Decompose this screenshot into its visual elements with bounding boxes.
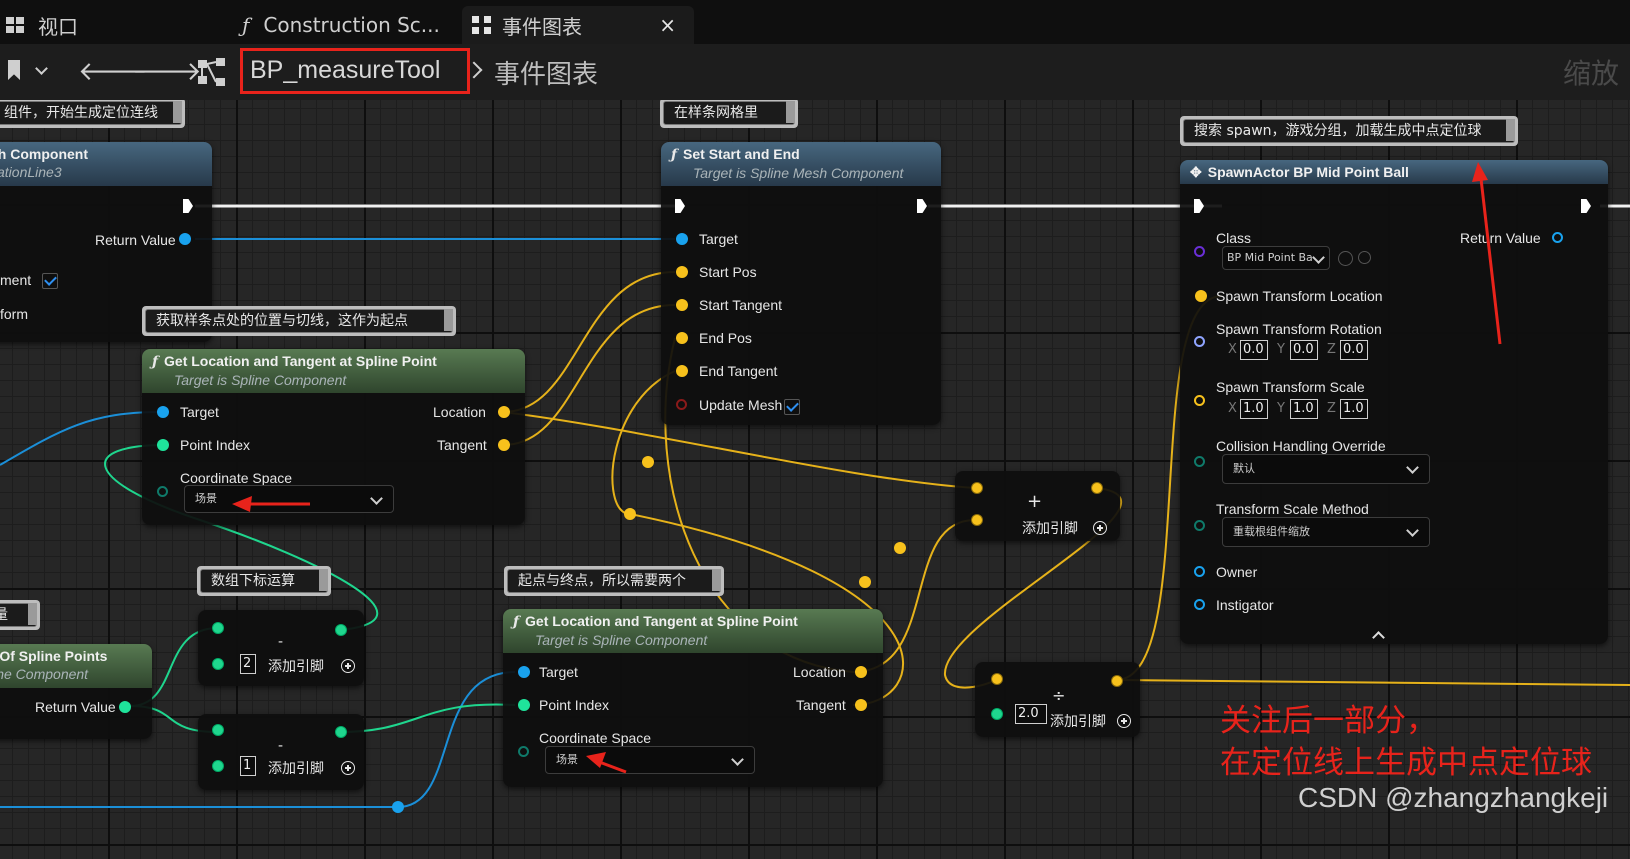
annotation-line-2: 在定位线上生成中点定位球 <box>1220 745 1592 781</box>
red-arrow-head <box>232 496 252 512</box>
tab-construction-script[interactable]: ƒ Construction Sc... <box>232 6 460 44</box>
bookmark-icon[interactable] <box>8 60 20 80</box>
red-arrow <box>1478 169 1502 345</box>
annotation-line-1: 关注后一部分， <box>1220 703 1437 739</box>
chevron-down-icon[interactable] <box>35 62 48 75</box>
zoom-label: 缩放 <box>1563 57 1620 90</box>
function-icon: ƒ <box>242 13 250 37</box>
red-arrow-head <box>1472 162 1488 182</box>
annotation-text: 关注后一部分， 在定位线上生成中点定位球 <box>1220 700 1592 784</box>
red-arrow-head <box>586 752 606 768</box>
tab-event-graph[interactable]: 事件图表 × <box>462 6 694 44</box>
tab-viewport-label: 视口 <box>38 14 78 39</box>
forward-arrow-icon[interactable]: 🡒 <box>132 59 202 85</box>
toolbar: 🡐 🡒 BP_measureTool 事件图表 缩放 <box>0 44 1630 101</box>
viewport-grid-icon <box>6 17 26 33</box>
breadcrumb-blueprint[interactable]: BP_measureTool <box>250 56 440 85</box>
event-graph-canvas[interactable]: sh Component cationLine3 Return Value me… <box>0 100 1630 859</box>
event-graph-icon <box>472 16 492 34</box>
watermark: CSDN @zhangzhangkeji <box>1298 782 1609 813</box>
tab-event-graph-label: 事件图表 <box>502 14 582 39</box>
graph-hierarchy-icon[interactable] <box>196 58 228 86</box>
tab-construction-label: Construction Sc... <box>263 13 440 37</box>
tab-viewport[interactable]: 视口 <box>0 6 220 44</box>
close-icon[interactable]: × <box>659 13 676 37</box>
breadcrumb-graph[interactable]: 事件图表 <box>494 54 598 91</box>
tab-bar: 视口 ƒ Construction Sc... 事件图表 × <box>0 0 1630 44</box>
